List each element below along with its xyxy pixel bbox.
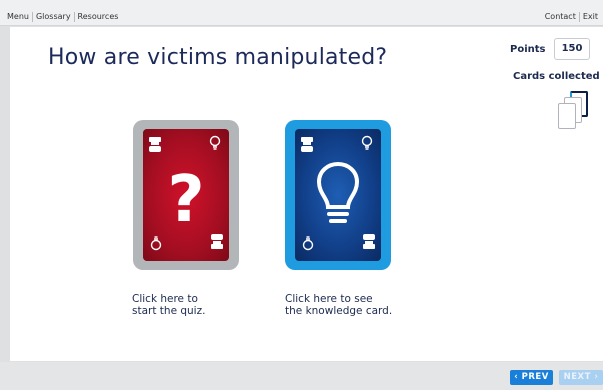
person-icon: [211, 234, 223, 249]
knowledge-card-face: [295, 129, 381, 261]
lightbulb-icon: [209, 135, 221, 150]
person-icon: [301, 137, 313, 152]
points-label: Points: [510, 44, 546, 55]
main-content-panel: How are victims manipulated? Points 150 …: [10, 27, 603, 361]
quiz-card-face: ?: [143, 129, 229, 261]
cards-collected-label: Cards collected: [513, 71, 600, 82]
resources-link[interactable]: Resources: [75, 12, 122, 22]
exit-link[interactable]: Exit: [580, 12, 601, 22]
menu-link[interactable]: Menu: [4, 12, 32, 22]
top-navigation-bar: Menu Glossary Resources Contact Exit: [0, 0, 603, 26]
lightbulb-icon: [361, 135, 373, 150]
quiz-caption-line-1: Click here to: [132, 293, 198, 305]
lightbulb-icon: [150, 236, 162, 251]
lightbulb-icon: [302, 236, 314, 251]
cards-collected-stack-icon: [550, 89, 592, 135]
stack-card-bottom: [558, 103, 576, 129]
bottom-navigation-bar: ‹ PREV NEXT ›: [0, 362, 603, 390]
person-icon: [149, 137, 161, 152]
next-button[interactable]: NEXT ›: [559, 370, 603, 385]
knowledge-caption[interactable]: Click here to see the knowledge card.: [285, 293, 425, 317]
contact-link[interactable]: Contact: [542, 12, 579, 22]
knowledge-card[interactable]: [285, 120, 391, 270]
glossary-link[interactable]: Glossary: [33, 12, 74, 22]
quiz-card-graphic: ?: [149, 135, 223, 251]
quiz-caption-line-2: start the quiz.: [132, 305, 206, 317]
knowledge-card-graphic: [301, 135, 375, 251]
large-lightbulb-icon: [316, 161, 360, 223]
quiz-card[interactable]: ?: [133, 120, 239, 270]
prev-button[interactable]: ‹ PREV: [510, 370, 553, 385]
knowledge-caption-line-1: Click here to see: [285, 293, 373, 305]
person-icon: [363, 234, 375, 249]
page-title: How are victims manipulated?: [48, 45, 388, 70]
question-mark-icon: ?: [167, 163, 204, 237]
quiz-caption[interactable]: Click here to start the quiz.: [132, 293, 252, 317]
top-nav-right: Contact Exit: [542, 12, 601, 22]
knowledge-caption-line-2: the knowledge card.: [285, 305, 393, 317]
top-nav-left: Menu Glossary Resources: [4, 12, 121, 22]
points-value: 150: [554, 38, 590, 60]
